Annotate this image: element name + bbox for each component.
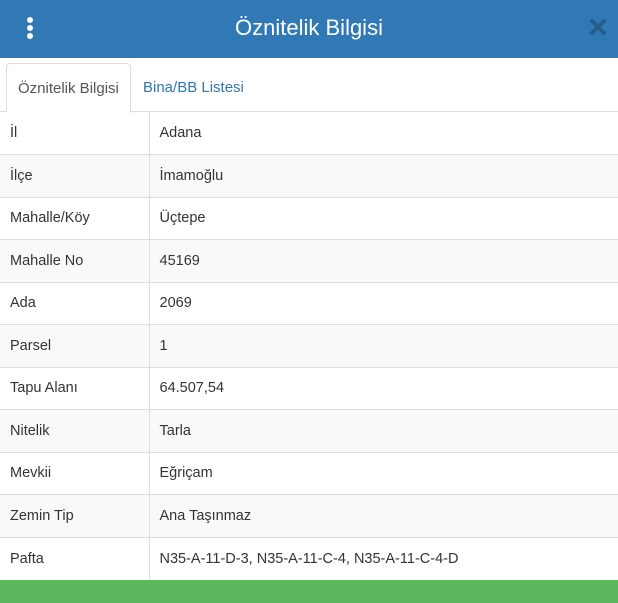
- attribute-value: Tarla: [149, 409, 618, 452]
- table-row: Pafta N35-A-11-D-3, N35-A-11-C-4, N35-A-…: [0, 536, 618, 580]
- tab-bina-bb-listesi[interactable]: Bina/BB Listesi: [132, 63, 255, 112]
- attribute-value: Eğriçam: [149, 451, 618, 495]
- table-row: İl Adana: [0, 112, 618, 155]
- table-row: Parsel 1: [0, 324, 618, 367]
- attribute-key: Zemin Tip: [0, 494, 150, 537]
- attribute-table: İl Adana İlçe İmamoğlu Mahalle/Köy Üçtep…: [0, 112, 618, 580]
- table-row: Mevkii Eğriçam: [0, 451, 618, 495]
- table-row: Ada 2069: [0, 281, 618, 325]
- table-row: Mahalle/Köy Üçtepe: [0, 196, 618, 240]
- close-icon[interactable]: [588, 17, 608, 37]
- table-row: Tapu Alanı 64.507,54: [0, 366, 618, 410]
- attribute-key: İlçe: [0, 154, 150, 197]
- table-row: Zemin Tip Ana Taşınmaz: [0, 494, 618, 537]
- table-row: İlçe İmamoğlu: [0, 154, 618, 197]
- attribute-key: Mahalle No: [0, 239, 150, 282]
- attribute-value: Üçtepe: [149, 196, 618, 240]
- attribute-key: Ada: [0, 281, 150, 325]
- tab-oznitelik-bilgisi[interactable]: Öznitelik Bilgisi: [6, 63, 131, 113]
- attribute-key: Mahalle/Köy: [0, 196, 150, 240]
- attribute-value: N35-A-11-D-3, N35-A-11-C-4, N35-A-11-C-4…: [149, 536, 618, 580]
- dialog-header: Öznitelik Bilgisi: [0, 0, 618, 58]
- attribute-value: 45169: [149, 239, 618, 282]
- attribute-value: Adana: [159, 125, 202, 141]
- table-row: Mahalle No 45169: [0, 239, 618, 282]
- dialog-title: Öznitelik Bilgisi: [235, 15, 383, 40]
- attribute-key: İl: [0, 112, 150, 155]
- attribute-key: Mevkii: [0, 451, 150, 495]
- attribute-key: Nitelik: [0, 409, 150, 452]
- attribute-value: 1: [149, 324, 618, 367]
- attribute-value: Ana Taşınmaz: [149, 494, 618, 537]
- attribute-key: Parsel: [0, 324, 150, 367]
- attribute-key: Tapu Alanı: [0, 366, 150, 410]
- attribute-value: 64.507,54: [149, 366, 618, 410]
- tab-bar: Öznitelik Bilgisi Bina/BB Listesi: [0, 63, 618, 113]
- attribute-value: İmamoğlu: [149, 154, 618, 197]
- attribute-key: Pafta: [0, 536, 150, 580]
- table-row: Nitelik Tarla: [0, 409, 618, 452]
- attribute-value: 2069: [149, 281, 618, 325]
- footer-bar: [0, 580, 618, 603]
